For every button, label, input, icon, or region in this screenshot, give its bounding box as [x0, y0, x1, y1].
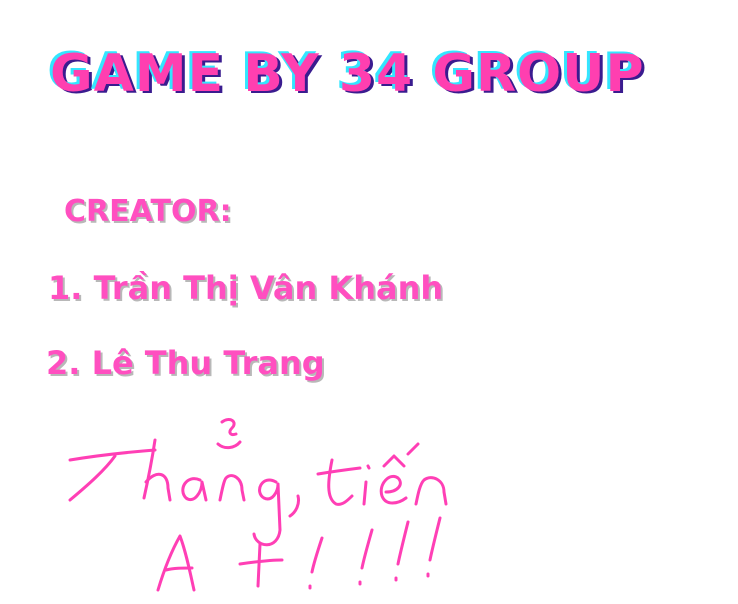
handwritten-note-strokes	[68, 418, 448, 592]
creator-name-2: 2. Lê Thu Trang	[46, 344, 325, 382]
handwritten-note	[68, 418, 448, 592]
creator-name-1: 1. Trần Thị Vân Khánh	[48, 269, 444, 307]
creators-heading: CREATOR:	[64, 194, 232, 229]
game-title: GAME BY 34 GROUP	[50, 44, 645, 104]
credits-screen: GAME BY 34 GROUP CREATOR: 1. Trần Thị Vâ…	[0, 0, 738, 604]
